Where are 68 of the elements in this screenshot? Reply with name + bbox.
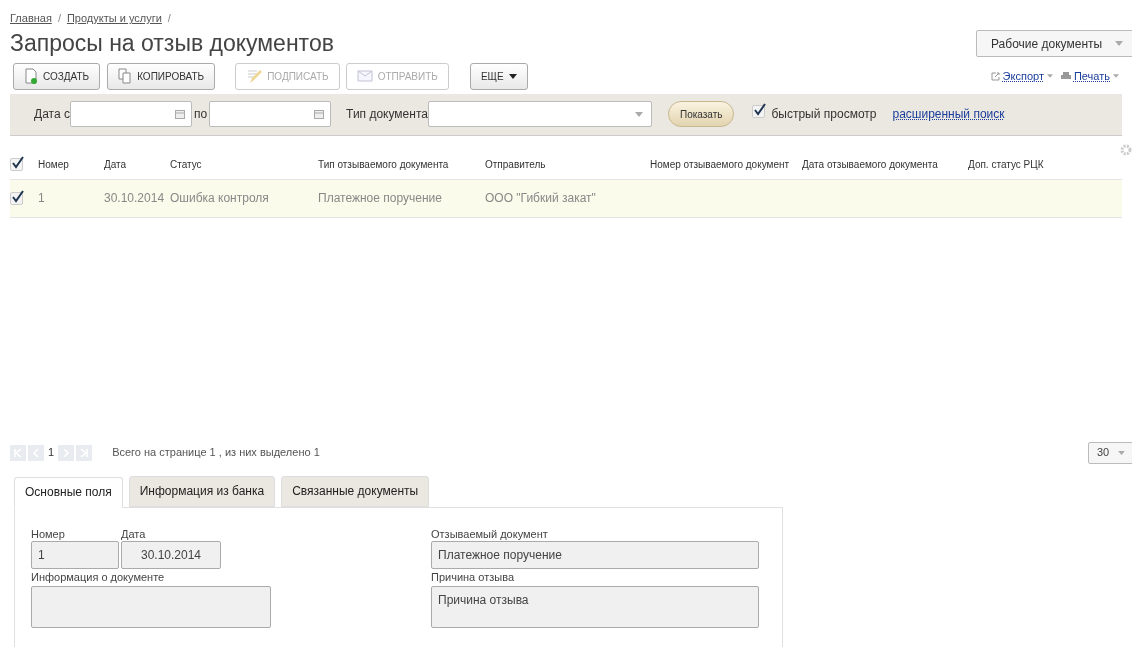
tab[interactable]: Информация из банка xyxy=(128,475,276,507)
field-label: Отзываемый документ xyxy=(431,527,549,541)
dropdown-caret-icon xyxy=(1118,450,1125,455)
field-label: Номер xyxy=(31,527,66,541)
page-number: 1 xyxy=(48,445,55,461)
calendar-icon xyxy=(174,109,185,119)
dropdown-caret-icon xyxy=(634,111,643,117)
show-button[interactable]: Показать xyxy=(667,101,735,127)
dropdown-caret-icon xyxy=(1113,74,1119,78)
export-link[interactable]: Экспорт xyxy=(990,67,1053,85)
document-type-select[interactable] xyxy=(427,101,652,127)
table-cell: ООО "Гибкий закат" xyxy=(485,191,596,205)
date-to-label: по xyxy=(193,106,208,123)
print-link[interactable]: Печать xyxy=(1060,67,1119,85)
advanced-search-link[interactable]: расширенный поиск xyxy=(892,105,1005,123)
checkbox[interactable] xyxy=(10,191,23,205)
tab[interactable]: Связанные документы xyxy=(281,475,430,507)
column-header[interactable]: Отправитель xyxy=(485,156,650,172)
breadcrumb-link[interactable]: Главная xyxy=(10,10,52,27)
checkbox[interactable] xyxy=(10,157,23,171)
field-label: Дата xyxy=(121,527,147,541)
document-type-label: Тип документа xyxy=(346,106,428,123)
breadcrumb-separator: / xyxy=(57,11,61,26)
toolbar-button[interactable]: СОЗДАТЬ xyxy=(13,62,101,90)
table-cell: Платежное поручение xyxy=(318,191,442,205)
table-cell: 1 xyxy=(38,191,45,205)
export-icon xyxy=(990,71,1000,81)
number-field[interactable]: 1 xyxy=(31,540,119,569)
envelope-icon xyxy=(356,69,373,83)
column-header[interactable]: Номер xyxy=(38,156,104,172)
column-header[interactable]: Дата отзываемого документа xyxy=(802,156,968,172)
checkbox[interactable] xyxy=(752,105,766,118)
settings-icon[interactable] xyxy=(1120,143,1132,156)
caret-icon xyxy=(508,73,517,79)
workspace-select[interactable]: Рабочие документы xyxy=(976,30,1132,57)
column-header[interactable]: Доп. статус РЦК xyxy=(968,156,1088,172)
breadcrumb-separator: / xyxy=(167,11,171,26)
column-header[interactable]: Статус xyxy=(170,156,318,172)
page-size-select[interactable]: 30 xyxy=(1088,441,1132,464)
calendar-icon xyxy=(314,109,325,119)
toolbar-button[interactable]: КОПИРОВАТЬ xyxy=(107,62,216,90)
revoked-document-field[interactable]: Платежное поручение xyxy=(431,540,759,569)
dropdown-caret-icon xyxy=(1115,41,1123,46)
column-header[interactable]: Тип отзываемого документа xyxy=(318,156,485,172)
document-plus-icon xyxy=(24,68,38,84)
column-header[interactable]: Дата xyxy=(104,156,170,172)
table-cell: 30.10.2014 xyxy=(104,191,165,205)
copy-icon xyxy=(118,68,133,84)
date-from-field[interactable] xyxy=(69,101,192,127)
date-from-label: Дата с xyxy=(34,106,70,123)
field-label: Причина отзыва xyxy=(431,569,515,585)
table-row[interactable]: 1 30.10.2014 Ошибка контроля Платежное поручение ООО "Гибкий закат" xyxy=(10,179,1122,218)
breadcrumb-link[interactable]: Продукты и услуги xyxy=(66,10,162,27)
dropdown-caret-icon xyxy=(1046,74,1053,78)
date-field[interactable]: 30.10.2014 xyxy=(121,540,221,569)
column-header[interactable]: Номер отзываемого документ xyxy=(650,156,802,172)
pen-icon xyxy=(246,68,263,84)
reason-field[interactable]: Причина отзыва xyxy=(431,585,759,628)
document-info-field[interactable] xyxy=(31,585,271,628)
page-title: Запросы на отзыв документов xyxy=(10,28,334,58)
page-summary: Всего на странице 1 , из них выделено 1 xyxy=(112,445,320,461)
table-cell: Ошибка контроля xyxy=(170,191,269,205)
quick-view-label: быстрый просмотр xyxy=(771,106,877,123)
field-label: Информация о документе xyxy=(31,569,166,585)
printer-icon xyxy=(1060,71,1071,81)
tab[interactable]: Основные поля xyxy=(14,476,123,508)
date-to-field[interactable] xyxy=(209,101,332,127)
more-button[interactable]: ЕЩЕ xyxy=(469,62,528,90)
